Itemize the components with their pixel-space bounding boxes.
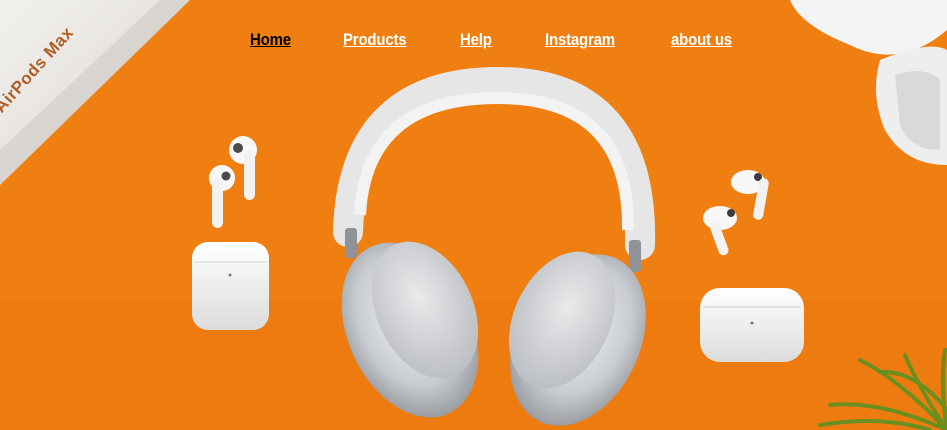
nav-link-instagram[interactable]: Instagram bbox=[545, 30, 615, 50]
nav-link-about-us[interactable]: about us bbox=[671, 30, 732, 50]
nav-link-home[interactable]: Home bbox=[250, 30, 291, 50]
nav-link-products[interactable]: Products bbox=[343, 30, 407, 50]
hero-image bbox=[0, 0, 947, 430]
nav-link-help[interactable]: Help bbox=[460, 30, 492, 50]
main-nav: Home Products Help Instagram about us bbox=[0, 30, 947, 58]
